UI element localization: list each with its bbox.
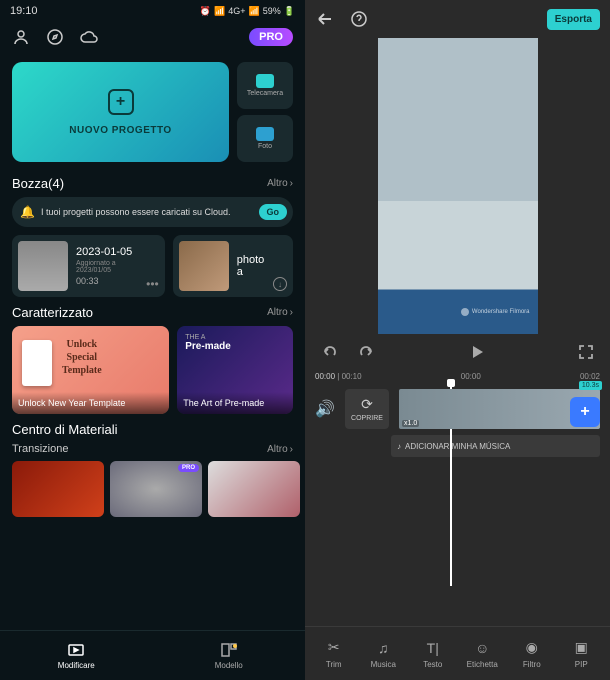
music-note-icon: ♫ — [378, 639, 389, 657]
draft-thumbnail — [179, 241, 229, 291]
pro-badge: PRO — [178, 464, 199, 472]
featured-caption: Unlock New Year Template — [12, 392, 169, 414]
download-icon[interactable]: ↓ — [273, 277, 287, 291]
compass-icon[interactable] — [46, 28, 64, 46]
template-preview — [22, 340, 52, 386]
tool-sticker[interactable]: ☺ Etichetta — [458, 639, 508, 669]
export-button[interactable]: Esporta — [547, 9, 600, 30]
draft-subtitle: Aggiornato a 2023/01/05 — [76, 260, 138, 274]
nav-edit[interactable]: Modificare — [0, 631, 153, 680]
new-project-button[interactable]: + NUOVO PROGETTO — [12, 62, 229, 162]
tool-pip[interactable]: ▣ PIP — [557, 639, 607, 669]
add-clip-button[interactable]: + — [570, 397, 600, 427]
video-preview[interactable]: Wondershare Filmora — [378, 38, 538, 334]
draft-item[interactable]: photo a ↓ — [173, 235, 293, 297]
scissors-icon: ✂ — [328, 639, 340, 657]
cloud-icon[interactable] — [80, 28, 98, 46]
featured-card[interactable]: THE A Pre-made The Art of Pre-made — [177, 326, 293, 414]
drafts-more-button[interactable]: Altro › — [267, 178, 293, 189]
refresh-icon: ⟳ — [361, 396, 373, 413]
material-item[interactable] — [12, 461, 104, 517]
text-icon: T| — [427, 639, 439, 657]
tool-music[interactable]: ♫ Musica — [359, 639, 409, 669]
material-item[interactable]: PRO — [110, 461, 202, 517]
more-icon[interactable]: ••• — [146, 277, 159, 291]
ruler-tick: 00:00 — [461, 372, 481, 381]
music-icon: ♪ — [397, 442, 401, 451]
back-button[interactable] — [315, 9, 335, 29]
edit-icon — [67, 642, 85, 658]
photo-button[interactable]: Foto — [237, 115, 293, 162]
featured-more-button[interactable]: Altro › — [267, 307, 293, 318]
drafts-title: Bozza(4) — [12, 176, 64, 191]
nav-template[interactable]: Modello — [153, 631, 306, 680]
cloud-banner: 🔔 I tuoi progetti possono essere caricat… — [12, 197, 293, 227]
status-time: 19:10 — [10, 5, 38, 17]
draft-duration: 00:33 — [76, 276, 138, 286]
pro-button[interactable]: PRO — [249, 28, 293, 46]
music-track[interactable]: ♪ ADICIONAR MINHA MÚSICA — [391, 435, 600, 457]
time-display: 00:00 | 00:10 — [315, 372, 362, 381]
timeline[interactable]: + 🔊 ⟳ COPRIRE x1.0 10.3s ♪ ADICIONAR MIN… — [305, 383, 610, 626]
help-icon[interactable] — [349, 9, 369, 29]
redo-button[interactable] — [357, 343, 375, 361]
cover-button[interactable]: ⟳ COPRIRE — [345, 389, 389, 429]
photo-icon — [256, 127, 274, 141]
filter-icon: ◉ — [526, 639, 538, 657]
new-project-label: NUOVO PROGETTO — [69, 125, 171, 136]
status-bar: 19:10 ⏰📶4G+📶 59%🔋 — [0, 0, 305, 22]
featured-card[interactable]: Unlock Special Template Unlock New Year … — [12, 326, 169, 414]
camera-button[interactable]: Telecamera — [237, 62, 293, 109]
template-icon — [220, 642, 238, 658]
ruler-tick: 00:02 — [580, 372, 600, 381]
draft-title: 2023-01-05 — [76, 246, 138, 258]
undo-button[interactable] — [321, 343, 339, 361]
tool-filter[interactable]: ◉ Filtro — [507, 639, 557, 669]
draft-thumbnail — [18, 241, 68, 291]
tool-text[interactable]: T| Testo — [408, 639, 458, 669]
camera-icon — [256, 74, 274, 88]
cloud-banner-text: I tuoi progetti possono essere caricati … — [41, 207, 253, 217]
materials-subtitle: Transizione — [12, 443, 68, 455]
pip-icon: ▣ — [575, 639, 588, 657]
material-item[interactable] — [208, 461, 300, 517]
bell-icon: 🔔 — [20, 205, 35, 219]
status-indicators: ⏰📶4G+📶 59%🔋 — [200, 6, 295, 17]
draft-title: photo a — [237, 254, 265, 278]
featured-title: Caratterizzato — [12, 305, 93, 320]
plus-icon: + — [108, 89, 134, 115]
tool-trim[interactable]: ✂ Trim — [309, 639, 359, 669]
fullscreen-button[interactable] — [578, 344, 594, 360]
volume-icon[interactable]: 🔊 — [315, 399, 335, 419]
materials-more-button[interactable]: Altro › — [267, 443, 293, 455]
play-button[interactable] — [469, 344, 485, 360]
clip-duration: 10.3s — [579, 381, 602, 390]
go-button[interactable]: Go — [259, 204, 288, 220]
template-headline: Unlock Special Template — [62, 338, 102, 377]
watermark: Wondershare Filmora — [461, 308, 530, 316]
featured-caption: The Art of Pre-made — [177, 392, 293, 414]
clip-speed: x1.0 — [402, 420, 419, 427]
materials-title: Centro di Materiali — [12, 422, 118, 437]
sticker-icon: ☺ — [475, 639, 489, 657]
template-headline: THE A Pre-made — [185, 334, 231, 352]
draft-item[interactable]: 2023-01-05 Aggiornato a 2023/01/05 00:33… — [12, 235, 165, 297]
profile-icon[interactable] — [12, 28, 30, 46]
